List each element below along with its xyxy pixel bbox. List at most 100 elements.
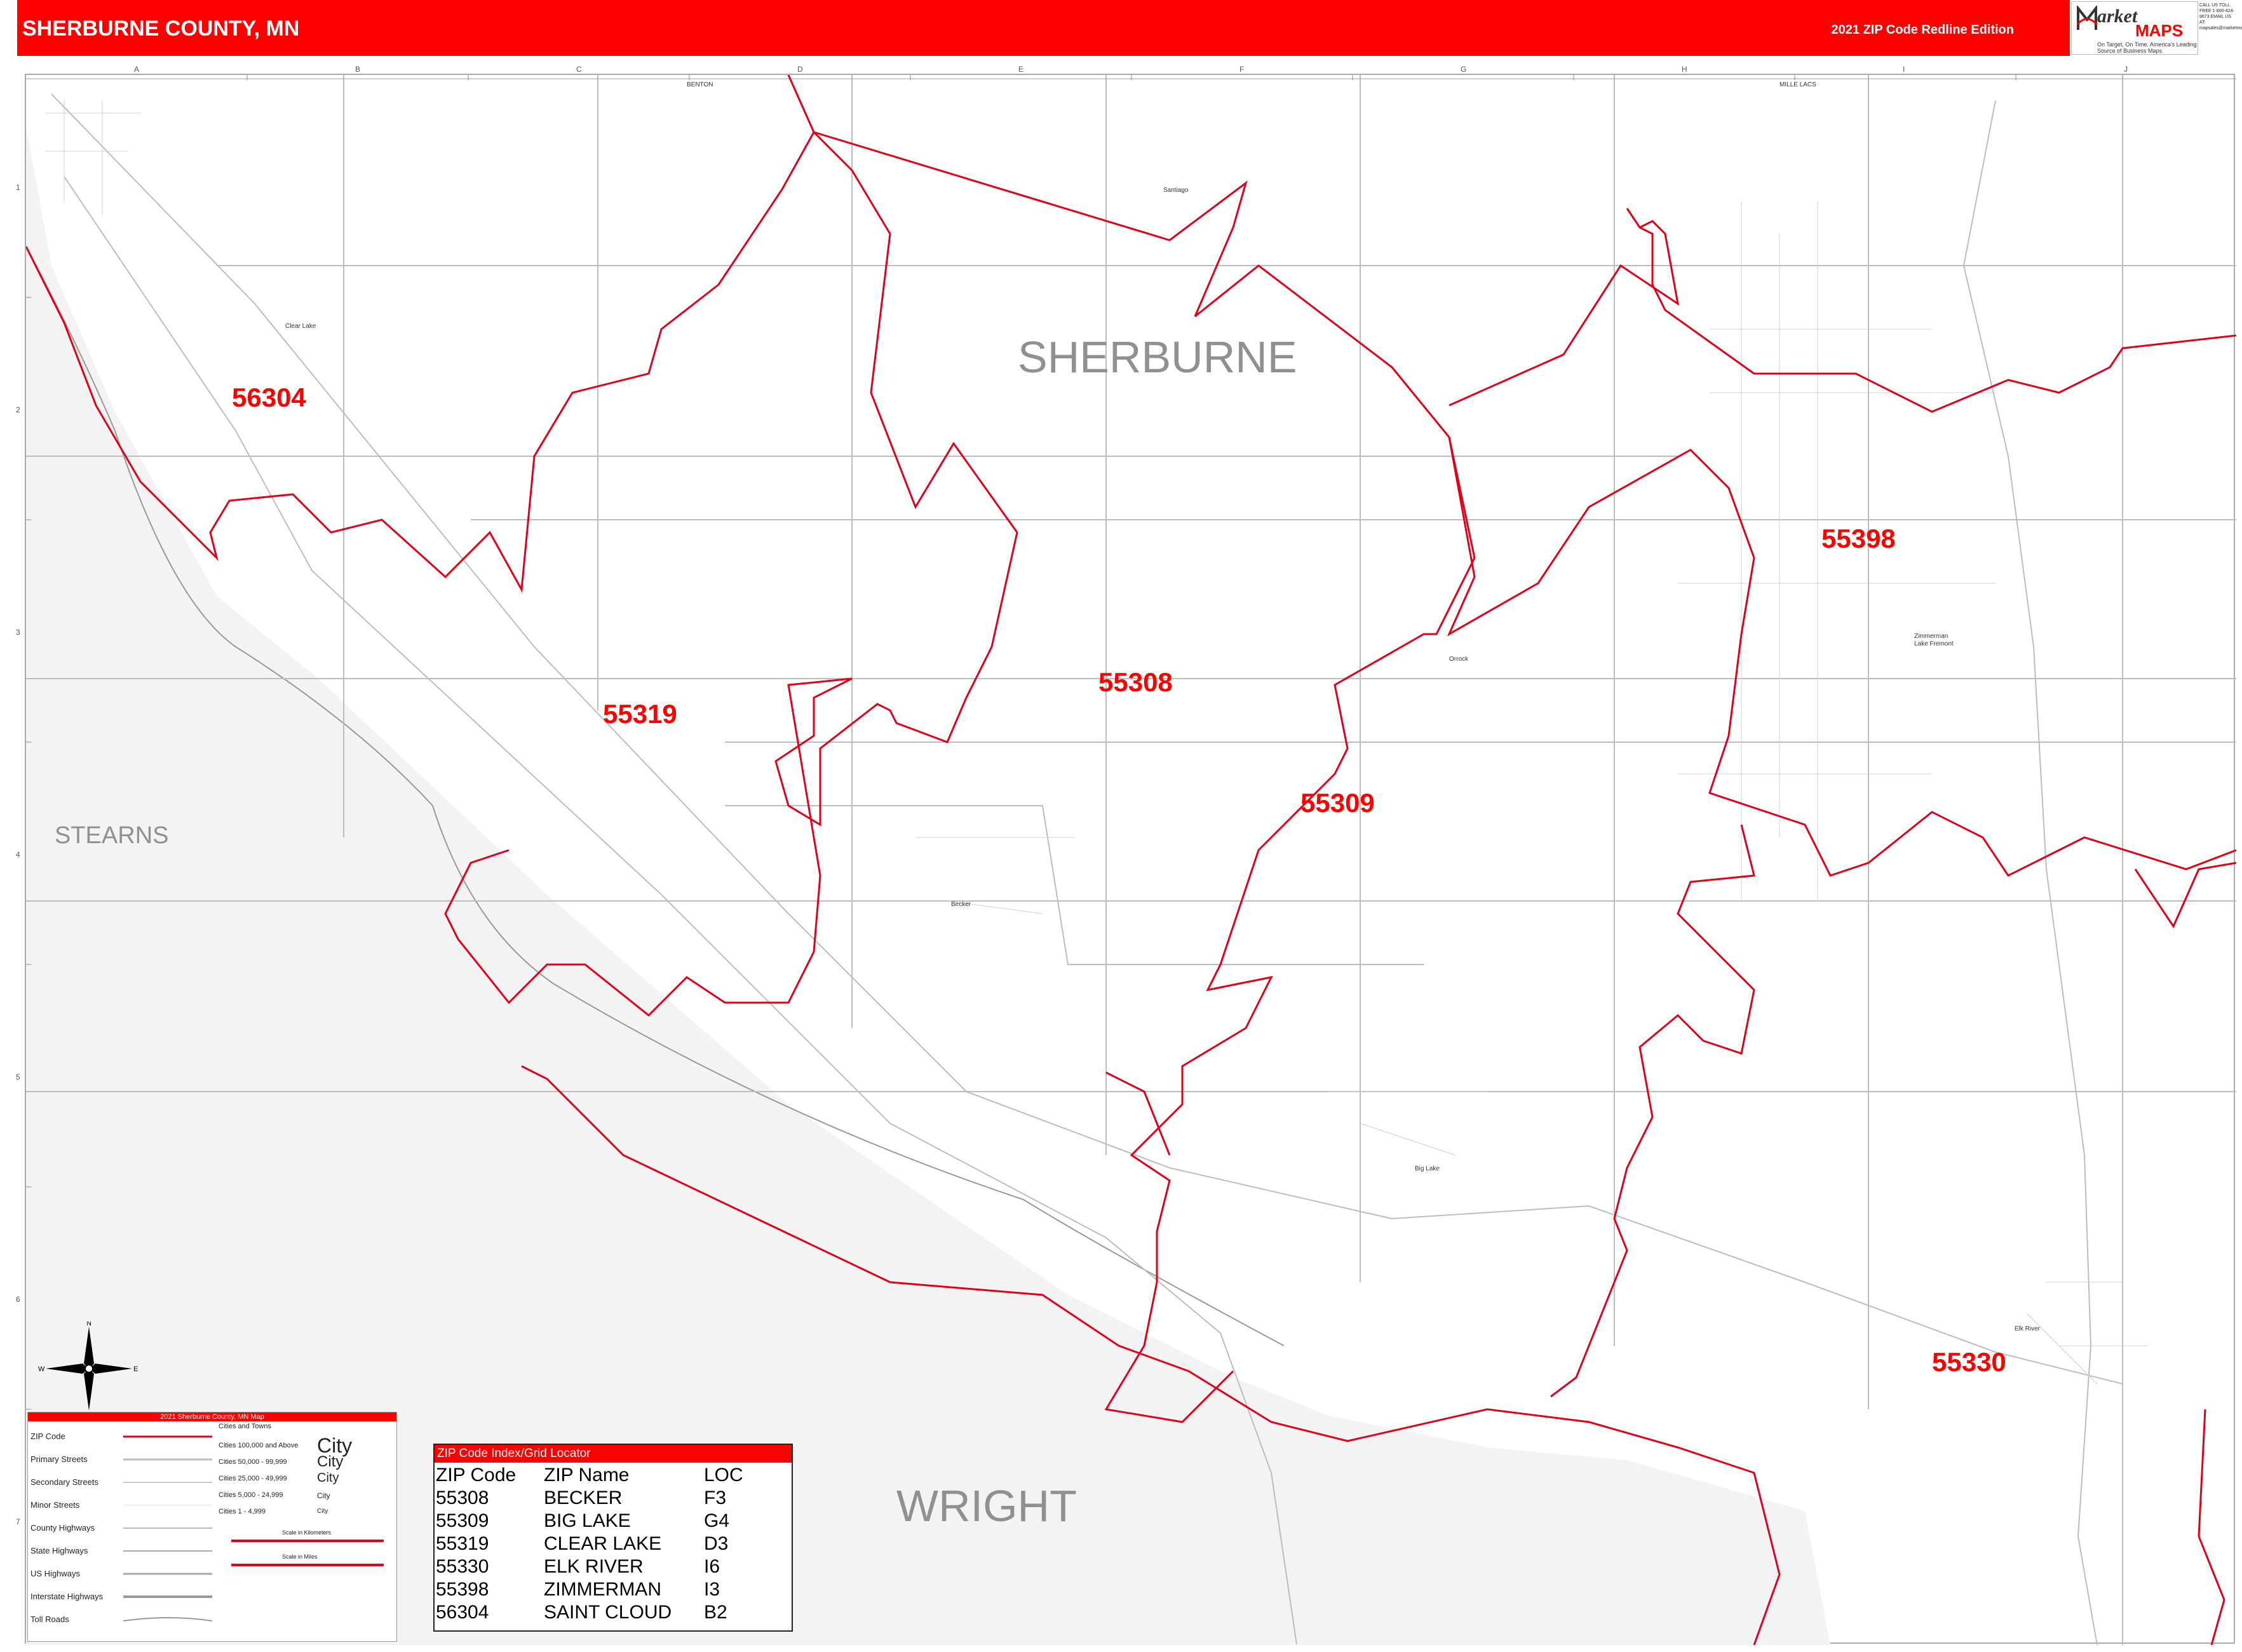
- zip-label-55330[interactable]: 55330: [1932, 1347, 2006, 1378]
- zip-boundary-east-edge: [2134, 862, 2236, 929]
- map-title: SHERBURNE COUNTY, MN: [22, 17, 300, 41]
- county-label-wright: WRIGHT: [896, 1481, 1077, 1531]
- legend-scale-bars: [231, 1540, 384, 1566]
- index-row-loc: G4: [704, 1510, 730, 1531]
- legend-county-highways: County Highways: [30, 1523, 95, 1533]
- grid-col-a: A: [134, 65, 140, 74]
- legend-city-sample-5: City: [317, 1508, 328, 1515]
- compass-w: W: [38, 1365, 45, 1373]
- grid-row-1: 1: [16, 183, 20, 192]
- city-label-big-lake: Big Lake: [1415, 1165, 1440, 1172]
- contact-info: CALL US TOLL FREE 1-800-424-9673 EMAIL U…: [2199, 3, 2242, 30]
- index-row-loc: I6: [704, 1556, 720, 1577]
- legend-cities-heading: Cities and Towns: [219, 1423, 271, 1430]
- legend-city-sample-4: City: [317, 1491, 330, 1500]
- grid-col-b: B: [355, 65, 361, 74]
- index-row-loc: B2: [704, 1602, 727, 1623]
- index-row-loc: F3: [704, 1487, 727, 1508]
- index-row-loc: I3: [704, 1579, 720, 1600]
- index-row-name: BECKER: [544, 1487, 623, 1508]
- header-bar: SHERBURNE COUNTY, MN 2021 ZIP Code Redli…: [17, 0, 2070, 56]
- zip-label-55319[interactable]: 55319: [603, 699, 677, 729]
- grid-col-i: I: [1903, 65, 1905, 74]
- city-label-becker: Becker: [951, 901, 971, 908]
- map-legend: 2021 Sherburne County, MN Map ZIP Code P…: [27, 1412, 397, 1642]
- grid-row-2: 2: [16, 405, 20, 414]
- legend-city-size-4: Cities 5,000 - 24,999: [219, 1491, 283, 1499]
- legend-toll-roads: Toll Roads: [30, 1615, 69, 1624]
- index-header-name: ZIP Name: [544, 1465, 630, 1486]
- logo-tagline: On Target, On Time. America's Leading So…: [2097, 41, 2197, 54]
- index-row-zip[interactable]: 55319: [436, 1533, 489, 1555]
- map-svg[interactable]: [26, 75, 2236, 1645]
- grid-col-g: G: [1461, 65, 1467, 74]
- grid-row-5: 5: [16, 1073, 20, 1081]
- legend-city-size-5: Cities 1 - 4,999: [219, 1508, 266, 1515]
- city-label-lake-fremont: Lake Fremont: [1914, 640, 1954, 647]
- legend-scale-km: Scale in Kilometers: [282, 1529, 332, 1536]
- legend-state-highways: State Highways: [30, 1546, 88, 1555]
- zip-label-56304[interactable]: 56304: [232, 383, 306, 413]
- index-row-zip[interactable]: 55308: [436, 1487, 489, 1510]
- city-label-clear-lake: Clear Lake: [285, 323, 316, 330]
- grid-col-j: J: [2124, 65, 2128, 74]
- county-label-sherburne: SHERBURNE: [1018, 332, 1297, 382]
- legend-primary-streets: Primary Streets: [30, 1454, 88, 1464]
- index-row-name: SAINT CLOUD: [544, 1602, 672, 1623]
- legend-city-sample-3: City: [317, 1471, 339, 1485]
- index-row-name: ELK RIVER: [544, 1556, 644, 1577]
- index-title: ZIP Code Index/Grid Locator: [435, 1445, 792, 1463]
- compass-e: E: [133, 1365, 138, 1373]
- logo-market: arket: [2097, 6, 2138, 27]
- zip-boundary-east-bottom: [2198, 1409, 2225, 1645]
- zip-index-table: ZIP Code Index/Grid Locator ZIP Code ZIP…: [433, 1444, 793, 1632]
- city-label-elk-river: Elk River: [2015, 1325, 2041, 1332]
- legend-us-highways: US Highways: [30, 1569, 81, 1578]
- city-label-santiago: Santiago: [1163, 187, 1189, 194]
- index-header-loc: LOC: [704, 1465, 743, 1486]
- legend-interstate-highways: Interstate Highways: [30, 1592, 104, 1601]
- county-label-stearns: STEARNS: [55, 822, 169, 849]
- edition-label: 2021 ZIP Code Redline Edition: [1831, 23, 2014, 37]
- grid-row-4: 4: [16, 850, 20, 859]
- grid-row-6: 6: [16, 1295, 20, 1304]
- logo-maps: MAPS: [2135, 21, 2184, 40]
- zip-label-55309[interactable]: 55309: [1300, 788, 1375, 818]
- index-row-loc: D3: [704, 1533, 729, 1554]
- zip-boundary-55309-55330: [1447, 437, 2236, 877]
- grid-col-e: E: [1018, 65, 1024, 74]
- compass-n: N: [86, 1322, 91, 1327]
- county-label-benton: BENTON: [687, 81, 713, 88]
- county-label-mille-lacs: MILLE LACS: [1779, 81, 1816, 88]
- zip-label-55308[interactable]: 55308: [1098, 667, 1173, 698]
- grid-col-h: H: [1682, 65, 1687, 74]
- index-row-zip[interactable]: 55309: [436, 1510, 489, 1533]
- grid-row-7: 7: [16, 1517, 20, 1526]
- grid-col-d: D: [797, 65, 803, 74]
- zip-boundary-55330: [1550, 824, 1755, 1398]
- grid-col-c: C: [576, 65, 582, 74]
- legend-city-sample-2: City: [317, 1453, 344, 1470]
- index-row-zip[interactable]: 55398: [436, 1578, 489, 1601]
- city-label-orrock: Orrock: [1449, 656, 1468, 663]
- compass-rose-icon: N S W E: [38, 1322, 138, 1417]
- legend-zip-code: ZIP Code: [30, 1432, 65, 1441]
- index-row-name: CLEAR LAKE: [544, 1533, 662, 1554]
- index-row-zip[interactable]: 56304: [436, 1601, 489, 1624]
- map-area[interactable]: A B C D E F G H I J 1 2 3 4 5 6 7 SHERBU…: [16, 65, 2236, 1645]
- marketmaps-logo: arket MAPS On Target, On Time. America's…: [2071, 1, 2198, 55]
- legend-secondary-streets: Secondary Streets: [30, 1477, 98, 1487]
- grid-col-f: F: [1239, 65, 1245, 74]
- zip-label-55398[interactable]: 55398: [1821, 524, 1896, 554]
- zip-boundary-55309-55398: [1449, 208, 2236, 413]
- index-row-name: BIG LAKE: [544, 1510, 631, 1531]
- legend-city-size-1: Cities 100,000 and Above: [219, 1442, 299, 1449]
- index-header-zip: ZIP Code: [436, 1465, 517, 1486]
- zip-boundary-55308-south: [1105, 1071, 1171, 1156]
- grid-row-3: 3: [16, 628, 20, 637]
- legend-city-size-3: Cities 25,000 - 49,999: [219, 1475, 287, 1482]
- city-label-zimmerman: Zimmerman: [1914, 633, 1948, 640]
- legend-minor-streets: Minor Streets: [30, 1500, 80, 1510]
- legend-city-size-2: Cities 50,000 - 99,999: [219, 1458, 287, 1466]
- index-row-zip[interactable]: 55330: [436, 1555, 489, 1578]
